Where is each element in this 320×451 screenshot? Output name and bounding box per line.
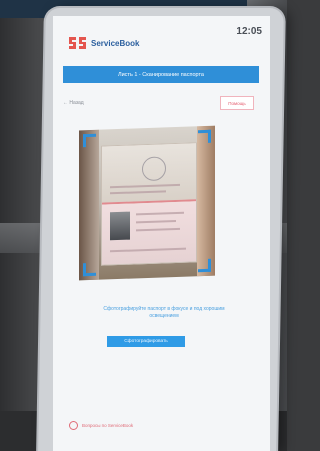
passport-photo-page	[102, 201, 196, 265]
text-line	[110, 183, 180, 189]
text-line	[136, 227, 180, 232]
camera-preview	[79, 125, 215, 281]
status-bar: ServiceBook 12:05	[53, 16, 270, 54]
text-line	[136, 219, 176, 224]
back-link[interactable]: ← Назад	[63, 100, 84, 106]
footer-link-label: Вопросы по ServiceBook	[82, 423, 134, 428]
status-time: 12:05	[236, 26, 262, 37]
scan-frame-corner	[198, 129, 211, 144]
passport-top-page	[102, 143, 196, 205]
text-line	[110, 247, 186, 253]
footer-link[interactable]: Вопросы по ServiceBook	[69, 421, 133, 430]
hand-left	[79, 129, 99, 281]
scan-frame-corner	[83, 262, 96, 277]
app-logo-icon	[69, 37, 86, 49]
tablet-screen: ServiceBook 12:05 Листь 1 - Сканирование…	[53, 16, 270, 451]
instruction-text: Сфотографируйте паспорт в фокусе и под х…	[103, 306, 225, 319]
scan-frame-corner	[198, 258, 211, 273]
hand-right	[197, 125, 215, 277]
text-line	[136, 211, 184, 216]
capture-button[interactable]: Сфотографировать	[107, 336, 185, 347]
question-icon	[69, 421, 78, 430]
help-button[interactable]: Помощь	[220, 96, 254, 110]
text-line	[110, 190, 166, 195]
app-brand: ServiceBook	[91, 39, 140, 48]
scan-frame-corner	[83, 133, 96, 148]
passport-document	[101, 142, 197, 266]
stamp-icon	[142, 156, 166, 182]
step-banner: Листь 1 - Сканирование паспорта	[63, 66, 259, 83]
portrait-photo	[110, 211, 130, 241]
